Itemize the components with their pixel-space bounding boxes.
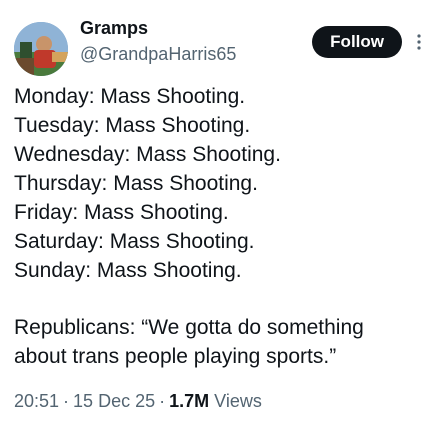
avatar-photo: [14, 22, 68, 76]
tweet-header: Gramps @GrandpaHarris65 Follow: [14, 14, 427, 76]
views-count[interactable]: 1.7M: [169, 391, 209, 411]
meta-separator: ·: [159, 391, 166, 411]
tweet-line-wednesday: Wednesday: Mass Shooting.: [14, 143, 281, 166]
tweet-closing-line-1: Republicans: “We gotta do something: [14, 316, 364, 339]
more-options-icon[interactable]: [411, 28, 427, 56]
avatar[interactable]: [14, 22, 68, 76]
tweet-line-sunday: Sunday: Mass Shooting.: [14, 259, 242, 282]
views-label: Views: [214, 391, 262, 411]
author-handle[interactable]: @GrandpaHarris65: [80, 44, 236, 65]
tweet-line-tuesday: Tuesday: Mass Shooting.: [14, 114, 251, 137]
tweet-line-saturday: Saturday: Mass Shooting.: [14, 230, 255, 253]
author-display-name[interactable]: Gramps: [80, 18, 148, 39]
tweet-text: Monday: Mass Shooting. Tuesday: Mass Sho…: [14, 82, 425, 371]
tweet-closing-line-2: about trans people playing sports.”: [14, 345, 337, 368]
tweet-line-friday: Friday: Mass Shooting.: [14, 201, 229, 224]
tweet-meta: 20:51 · 15 Dec 25 · 1.7M Views: [14, 391, 262, 412]
follow-button[interactable]: Follow: [312, 26, 402, 58]
meta-separator: ·: [63, 391, 70, 411]
tweet-date[interactable]: 15 Dec 25: [73, 391, 155, 411]
tweet-time[interactable]: 20:51: [14, 391, 59, 411]
tweet-line-thursday: Thursday: Mass Shooting.: [14, 172, 258, 195]
tweet-card: Gramps @GrandpaHarris65 Follow Monday: M…: [0, 0, 435, 441]
tweet-line-monday: Monday: Mass Shooting.: [14, 85, 246, 108]
